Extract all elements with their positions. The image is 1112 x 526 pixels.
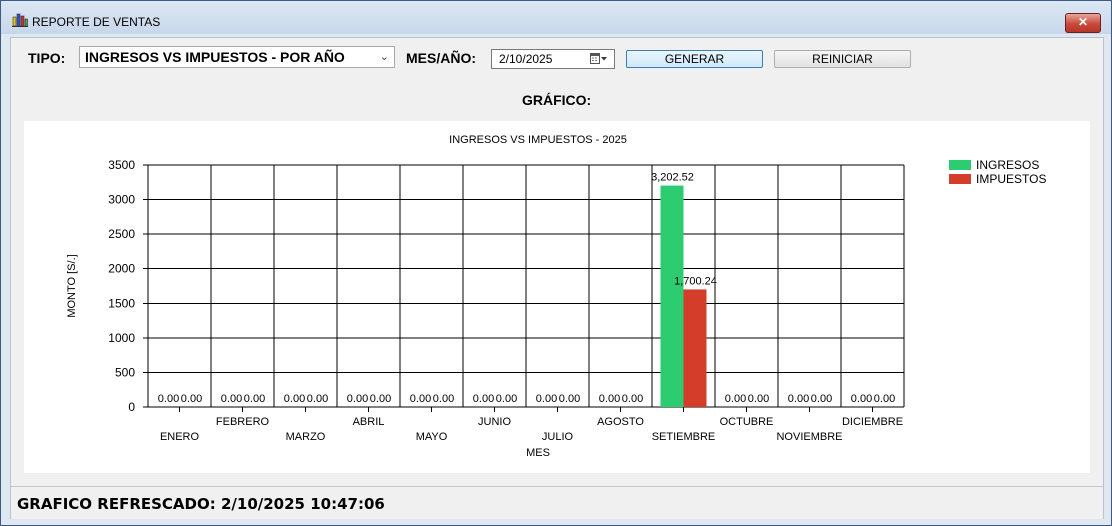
status-text: GRAFICO REFRESCADO: 2/10/2025 10:47:06 <box>17 495 385 513</box>
data-label-impuestos: 0.00 <box>874 393 895 405</box>
data-label-ingresos: 0.00 <box>221 393 242 405</box>
legend-swatch-impuestos <box>949 174 971 184</box>
x-tick-label: ENERO <box>160 431 200 443</box>
x-tick-label: ABRIL <box>353 416 385 428</box>
data-label-impuestos: 0.00 <box>244 393 265 405</box>
data-label-ingresos: 0.00 <box>347 393 368 405</box>
close-icon: ✕ <box>1077 15 1089 29</box>
x-axis-title: MES <box>526 447 550 459</box>
report-window: REPORTE DE VENTAS ✕ TIPO: INGRESOS VS IM… <box>0 0 1112 526</box>
chart-app-icon <box>12 13 28 27</box>
chart-title: INGRESOS VS IMPUESTOS - 2025 <box>449 134 627 146</box>
tipo-select[interactable]: INGRESOS VS IMPUESTOS - POR AÑO ⌄ <box>79 46 395 68</box>
y-tick-label: 1000 <box>108 331 135 345</box>
calendar-dropdown-icon[interactable] <box>590 53 608 65</box>
legend-swatch-ingresos <box>949 160 971 170</box>
data-label-ingresos: 0.00 <box>851 393 872 405</box>
x-tick-label: JULIO <box>542 431 574 443</box>
y-tick-label: 3500 <box>108 158 135 172</box>
data-label-impuestos: 0.00 <box>307 393 328 405</box>
y-tick-label: 0 <box>128 400 135 414</box>
data-label-impuestos: 0.00 <box>622 393 643 405</box>
data-label-ingresos: 0.00 <box>536 393 557 405</box>
grafico-label: GRÁFICO: <box>522 92 592 108</box>
reset-button[interactable]: REINICIAR <box>774 50 911 68</box>
data-label-impuestos: 0.00 <box>811 393 832 405</box>
bar-impuestos <box>683 289 707 407</box>
bar-chart: INGRESOS VS IMPUESTOS - 2025 0 500 1000 1500… <box>66 134 1046 459</box>
data-label-ingresos: 0.00 <box>158 393 179 405</box>
date-value: 2/10/2025 <box>499 52 553 66</box>
y-axis-title: MONTO [S/.] <box>66 254 78 317</box>
data-label-ingresos: 0.00 <box>284 393 305 405</box>
legend-label-ingresos: INGRESOS <box>976 158 1039 172</box>
data-label-ingresos: 0.00 <box>410 393 431 405</box>
data-label-ingresos: 0.00 <box>725 393 746 405</box>
data-label-impuestos: 0.00 <box>559 393 580 405</box>
date-picker[interactable]: 2/10/2025 <box>491 49 615 69</box>
x-tick-label: MARZO <box>286 431 326 443</box>
x-tick-label: JUNIO <box>478 416 511 428</box>
data-label-ingresos: 0.00 <box>788 393 809 405</box>
title-bar[interactable]: REPORTE DE VENTAS ✕ <box>1 1 1111 34</box>
y-tick-label: 3000 <box>108 193 135 207</box>
legend-label-impuestos: IMPUESTOS <box>976 172 1046 186</box>
data-label-impuestos: 0.00 <box>433 393 454 405</box>
x-tick-label: DICIEMBRE <box>842 416 903 428</box>
x-tick-label: AGOSTO <box>597 416 644 428</box>
chevron-down-icon: ⌄ <box>379 51 389 63</box>
chart-panel: INGRESOS VS IMPUESTOS - 2025 0 500 1000 1500… <box>24 121 1090 473</box>
x-tick-label: MAYO <box>416 431 448 443</box>
data-label-impuestos: 1,700.24 <box>674 275 717 287</box>
y-tick-label: 1500 <box>108 296 135 310</box>
y-tick-label: 2500 <box>108 227 135 241</box>
data-label-impuestos: 0.00 <box>181 393 202 405</box>
tipo-label: TIPO: <box>28 50 66 66</box>
generate-button[interactable]: GENERAR <box>626 50 763 68</box>
y-tick-label: 500 <box>115 365 135 379</box>
close-button[interactable]: ✕ <box>1065 13 1101 33</box>
status-bar: GRAFICO REFRESCADO: 2/10/2025 10:47:06 <box>11 486 1103 519</box>
data-label-impuestos: 0.00 <box>496 393 517 405</box>
x-tick-label: NOVIEMBRE <box>776 431 842 443</box>
x-tick-label: SETIEMBRE <box>652 431 716 443</box>
data-label-ingresos: 0.00 <box>599 393 620 405</box>
data-label-ingresos: 0.00 <box>473 393 494 405</box>
data-label-impuestos: 0.00 <box>748 393 769 405</box>
mes-anio-label: MES/AÑO: <box>406 50 476 66</box>
window-title: REPORTE DE VENTAS <box>32 15 161 29</box>
x-tick-label: OCTUBRE <box>720 416 774 428</box>
client-area: TIPO: INGRESOS VS IMPUESTOS - POR AÑO ⌄ … <box>10 37 1104 519</box>
data-label-ingresos: 3,202.52 <box>651 172 694 184</box>
y-tick-label: 2000 <box>108 262 135 276</box>
x-tick-label: FEBRERO <box>216 416 270 428</box>
bar-ingresos <box>660 185 684 407</box>
data-label-impuestos: 0.00 <box>370 393 391 405</box>
tipo-selected-value: INGRESOS VS IMPUESTOS - POR AÑO <box>85 49 345 65</box>
